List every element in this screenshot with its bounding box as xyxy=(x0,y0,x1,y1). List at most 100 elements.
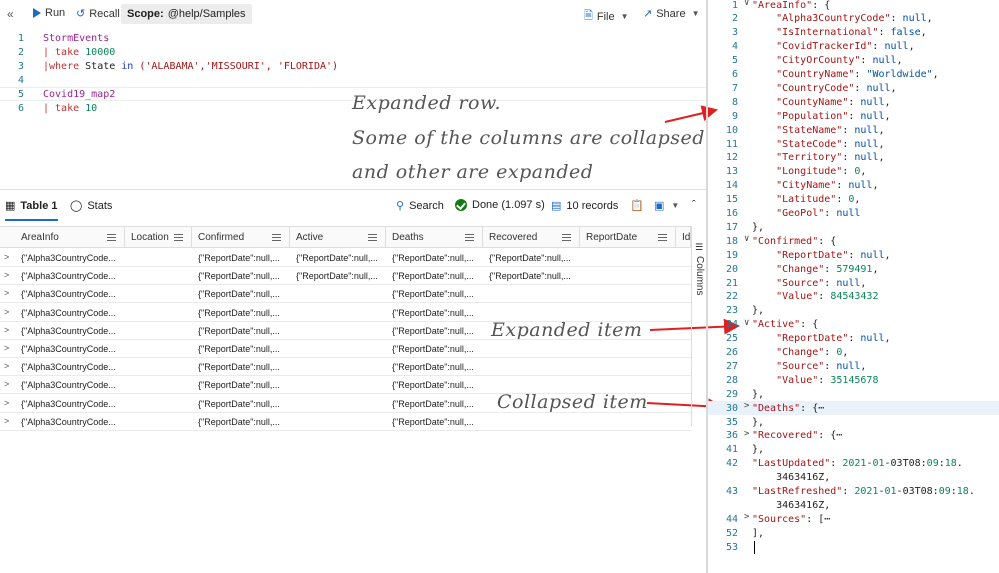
table-cell[interactable] xyxy=(586,267,674,285)
json-line[interactable]: 27 "Source": null, xyxy=(708,359,999,373)
json-line[interactable]: 3 "IsInternational": false, xyxy=(708,26,999,40)
column-header-areainfo[interactable]: AreaInfo xyxy=(15,227,125,248)
table-cell[interactable] xyxy=(131,285,190,303)
table-cell[interactable]: {"Alpha3CountryCode... xyxy=(21,395,123,413)
table-cell[interactable] xyxy=(296,358,384,376)
table-cell[interactable]: {"ReportDate":null,... xyxy=(198,285,288,303)
table-cell[interactable]: {"ReportDate":null,... xyxy=(198,340,288,358)
json-line[interactable]: 1 ∨ "AreaInfo": { xyxy=(708,0,999,12)
table-cell[interactable]: {"Alpha3CountryCode... xyxy=(21,358,123,376)
json-line[interactable]: 19 "ReportDate": null, xyxy=(708,248,999,262)
column-menu-icon[interactable] xyxy=(465,234,474,241)
json-line[interactable]: 43 "LastRefreshed": 2021-01-03T08:09:18. xyxy=(708,485,999,499)
column-menu-icon[interactable] xyxy=(658,234,667,241)
expand-row-icon[interactable]: > xyxy=(4,288,9,298)
json-line[interactable]: 41}, xyxy=(708,443,999,457)
table-cell[interactable]: {"Alpha3CountryCode... xyxy=(21,267,123,285)
table-cell[interactable] xyxy=(586,249,674,267)
expand-row-icon[interactable]: > xyxy=(4,398,9,408)
table-cell[interactable] xyxy=(131,267,190,285)
table-cell[interactable] xyxy=(489,285,578,303)
table-cell[interactable]: {"ReportDate":null,... xyxy=(198,395,288,413)
column-header-id[interactable]: Id xyxy=(676,227,691,248)
table-cell[interactable] xyxy=(296,376,384,394)
json-line[interactable]: 24 ∨ "Active": { xyxy=(708,318,999,332)
table-cell[interactable]: {"Alpha3CountryCode... xyxy=(21,376,123,394)
expand-row-icon[interactable]: > xyxy=(4,343,9,353)
table-row[interactable]: > {"Alpha3CountryCode... {"ReportDate":nul… xyxy=(0,340,691,358)
json-line[interactable]: 2 "Alpha3CountryCode": null, xyxy=(708,12,999,26)
table-cell[interactable] xyxy=(489,358,578,376)
column-menu-icon[interactable] xyxy=(562,234,571,241)
json-line[interactable]: 5 "CityOrCounty": null, xyxy=(708,54,999,68)
table-cell[interactable] xyxy=(682,340,689,358)
column-menu-icon[interactable] xyxy=(272,234,281,241)
expand-row-icon[interactable]: > xyxy=(4,379,9,389)
table-cell[interactable] xyxy=(586,413,674,431)
fold-collapsed-icon[interactable]: > xyxy=(744,429,749,439)
expand-row-icon[interactable]: > xyxy=(4,252,9,262)
table-row[interactable]: > {"Alpha3CountryCode... {"ReportDate":nul… xyxy=(0,285,691,304)
table-cell[interactable]: {"ReportDate":null,... xyxy=(198,376,288,394)
table-cell[interactable] xyxy=(586,340,674,358)
table-row[interactable]: > {"Alpha3CountryCode... {"ReportDate":nul… xyxy=(0,249,691,267)
column-menu-icon[interactable] xyxy=(174,234,183,241)
layout-button[interactable]: ▣ ▼ xyxy=(654,199,679,212)
table-cell[interactable]: {"ReportDate":null,... xyxy=(392,267,481,285)
expand-row-icon[interactable]: > xyxy=(4,361,9,371)
table-cell[interactable] xyxy=(296,413,384,431)
table-cell[interactable]: {"Alpha3CountryCode... xyxy=(21,413,123,431)
json-line[interactable]: 17}, xyxy=(708,220,999,234)
table-cell[interactable] xyxy=(131,376,190,394)
json-line[interactable]: 53 xyxy=(708,540,999,554)
table-cell[interactable] xyxy=(682,358,689,376)
fold-collapsed-icon[interactable]: > xyxy=(744,512,749,522)
table-cell[interactable] xyxy=(131,249,190,267)
table-cell[interactable]: {"ReportDate":null,... xyxy=(392,376,481,394)
column-header-recovered[interactable]: Recovered xyxy=(483,227,580,248)
json-line[interactable]: 7 "CountryCode": null, xyxy=(708,81,999,95)
expand-row-icon[interactable]: > xyxy=(4,270,9,280)
json-line[interactable]: 22 "Value": 84543432 xyxy=(708,290,999,304)
table-cell[interactable] xyxy=(131,340,190,358)
json-line[interactable]: 12 "Territory": null, xyxy=(708,151,999,165)
column-menu-icon[interactable] xyxy=(368,234,377,241)
json-line[interactable]: 44 > "Sources": [⋯ xyxy=(708,512,999,526)
table-cell[interactable] xyxy=(489,340,578,358)
column-header-deaths[interactable]: Deaths xyxy=(386,227,483,248)
table-row[interactable]: > {"Alpha3CountryCode... {"ReportDate":nul… xyxy=(0,304,691,322)
json-line[interactable]: 4 "CovidTrackerId": null, xyxy=(708,40,999,54)
table-cell[interactable] xyxy=(682,267,689,285)
collapse-results-button[interactable]: ˆ xyxy=(692,199,696,211)
table-cell[interactable] xyxy=(586,285,674,303)
table-cell[interactable] xyxy=(131,395,190,413)
table-cell[interactable] xyxy=(586,304,674,322)
json-line[interactable]: 42 "LastUpdated": 2021-01-03T08:09:18. xyxy=(708,457,999,471)
table-cell[interactable] xyxy=(296,285,384,303)
fold-expanded-icon[interactable]: ∨ xyxy=(744,0,749,8)
fold-expanded-icon[interactable]: ∨ xyxy=(744,234,749,244)
json-line[interactable]: 10 "StateName": null, xyxy=(708,123,999,137)
table-cell[interactable] xyxy=(586,395,674,413)
columns-side-panel[interactable]: ☰ Columns xyxy=(691,226,707,426)
table-cell[interactable] xyxy=(131,304,190,322)
table-cell[interactable]: {"Alpha3CountryCode... xyxy=(21,285,123,303)
table-row[interactable]: > {"Alpha3CountryCode... {"ReportDate":nul… xyxy=(0,358,691,377)
expand-row-icon[interactable]: > xyxy=(4,325,9,335)
table-cell[interactable] xyxy=(131,358,190,376)
table-cell[interactable]: {"ReportDate":null,... xyxy=(296,267,384,285)
table-cell[interactable] xyxy=(489,413,578,431)
column-header-reportdate[interactable]: ReportDate xyxy=(580,227,676,248)
table-cell[interactable]: {"ReportDate":null,... xyxy=(296,249,384,267)
table-cell[interactable]: {"Alpha3CountryCode... xyxy=(21,322,123,340)
json-line[interactable]: 3463416Z, xyxy=(708,498,999,512)
table-cell[interactable]: {"ReportDate":null,... xyxy=(392,340,481,358)
table-cell[interactable]: {"ReportDate":null,... xyxy=(392,322,481,340)
json-line[interactable]: 16 "GeoPol": null xyxy=(708,207,999,221)
json-line[interactable]: 8 "CountyName": null, xyxy=(708,95,999,109)
table-cell[interactable]: {"ReportDate":null,... xyxy=(198,322,288,340)
json-line[interactable]: 26 "Change": 0, xyxy=(708,346,999,360)
json-line[interactable]: 21 "Source": null, xyxy=(708,276,999,290)
table-cell[interactable]: {"ReportDate":null,... xyxy=(198,413,288,431)
json-line[interactable]: 30 > "Deaths": {⋯ xyxy=(708,401,999,416)
